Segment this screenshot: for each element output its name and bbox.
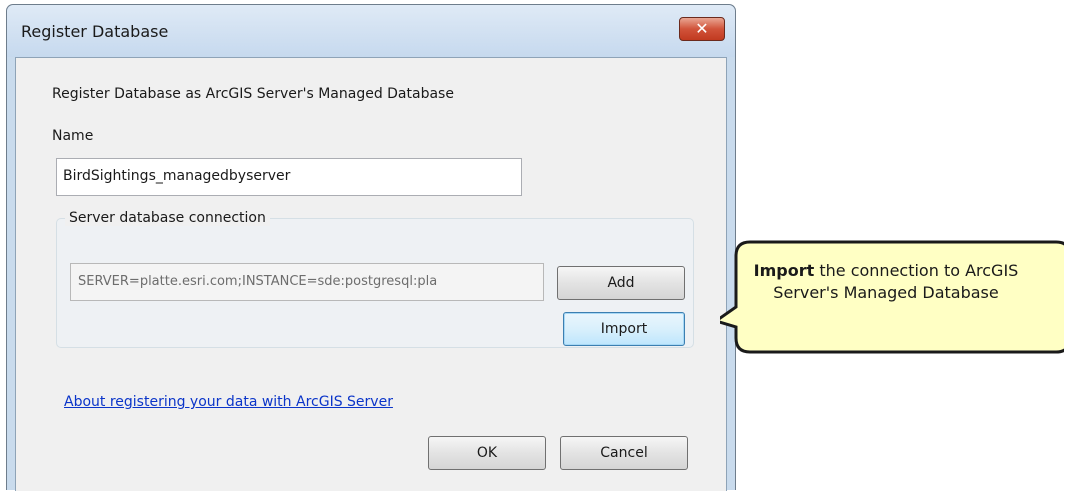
connection-field[interactable]: SERVER=platte.esri.com;INSTANCE=sde:post… xyxy=(70,263,544,301)
callout-text: Import the connection to ArcGIS Server's… xyxy=(732,260,1040,304)
add-button[interactable]: Add xyxy=(557,266,685,300)
cancel-button[interactable]: Cancel xyxy=(560,436,688,470)
server-connection-label: Server database connection xyxy=(65,210,270,226)
import-button[interactable]: Import xyxy=(563,312,685,346)
help-link[interactable]: About registering your data with ArcGIS … xyxy=(64,394,393,410)
name-input[interactable]: BirdSightings_managedbyserver xyxy=(56,158,522,196)
name-label: Name xyxy=(52,128,94,144)
close-icon[interactable]: ✕ xyxy=(679,17,725,41)
dialog-heading: Register Database as ArcGIS Server's Man… xyxy=(52,86,454,102)
window-title: Register Database xyxy=(21,22,169,41)
callout-bold-text: Import xyxy=(753,261,815,280)
dialog-body: Register Database as ArcGIS Server's Man… xyxy=(15,57,727,491)
register-database-window: Register Database ✕ Register Database as… xyxy=(6,4,736,491)
ok-button[interactable]: OK xyxy=(428,436,546,470)
title-bar[interactable]: Register Database ✕ xyxy=(7,5,735,57)
